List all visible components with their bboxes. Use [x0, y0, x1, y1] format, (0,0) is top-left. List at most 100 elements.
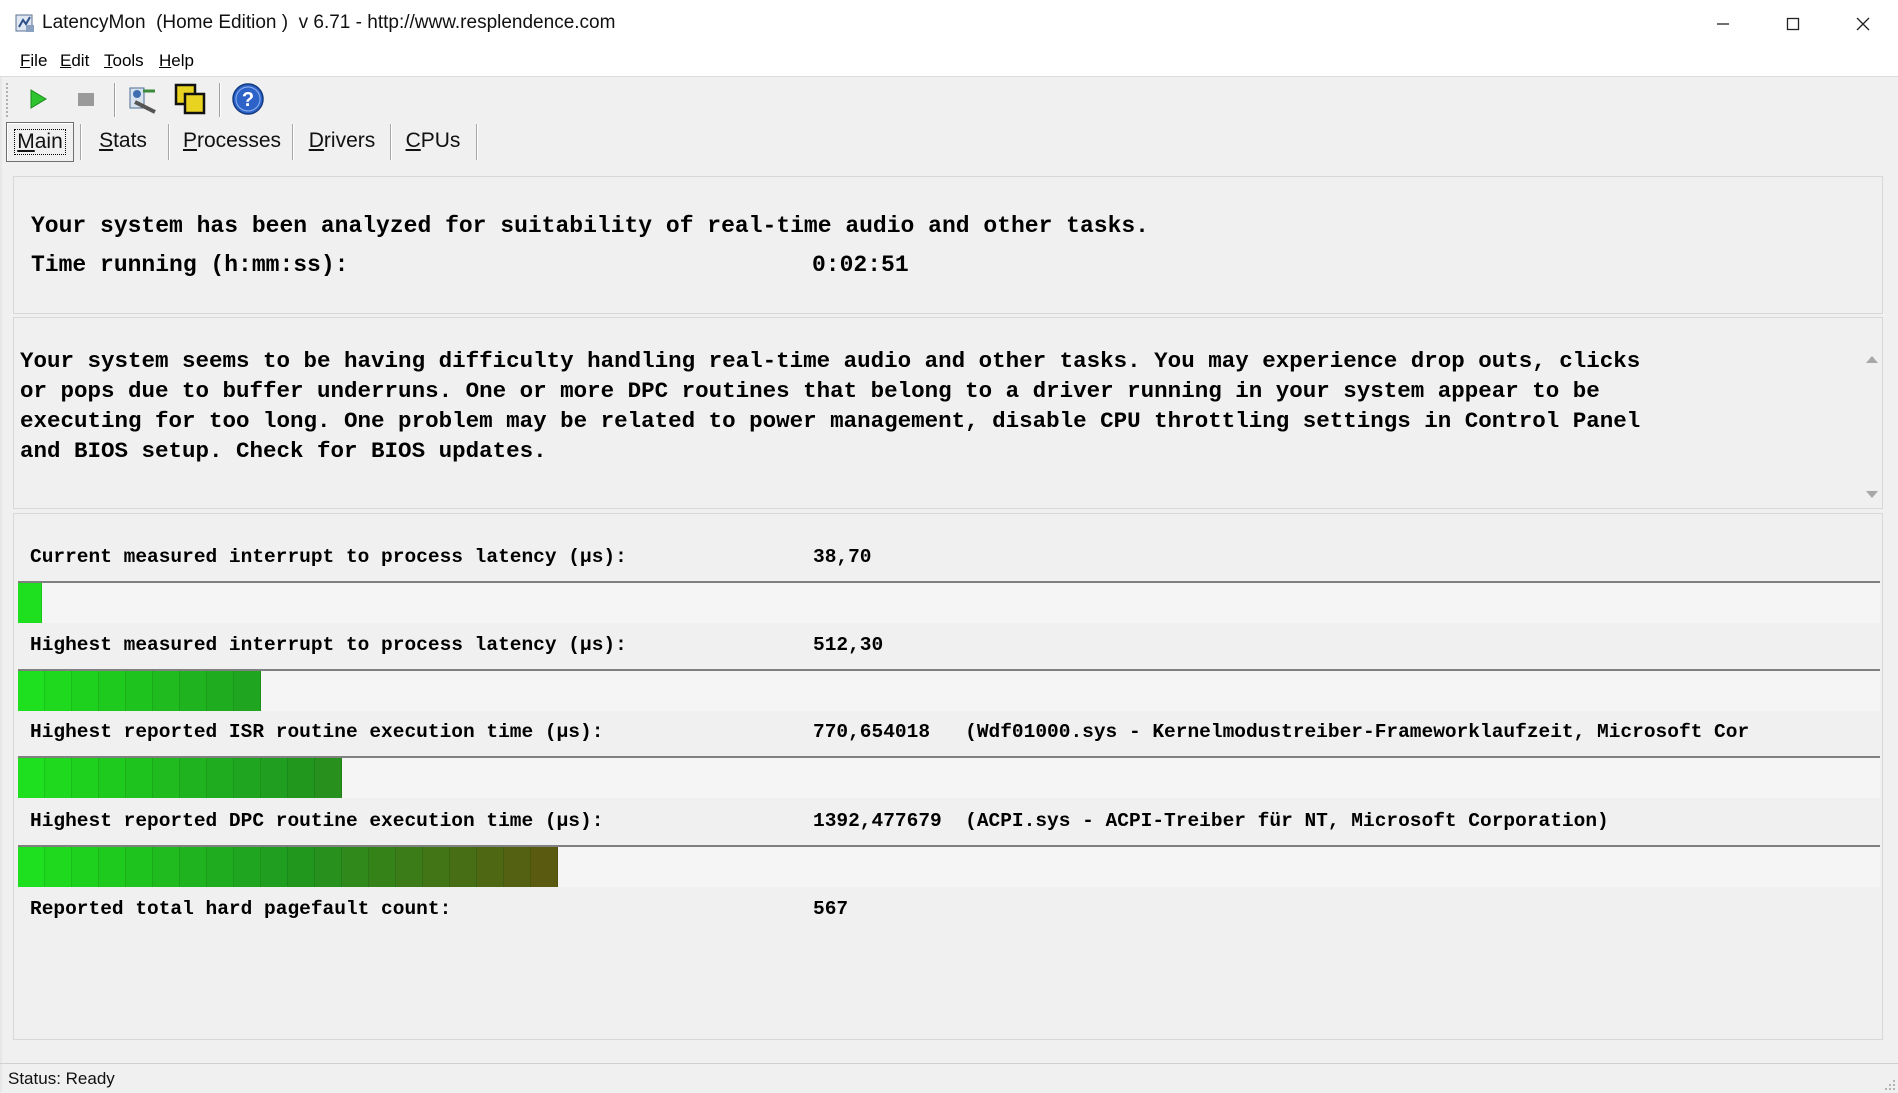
- help-button[interactable]: ?: [230, 81, 266, 117]
- scroll-up-icon[interactable]: [1865, 354, 1879, 364]
- close-button[interactable]: [1828, 0, 1898, 48]
- dpc-time-bar: [18, 845, 1880, 887]
- menu-file[interactable]: File: [20, 51, 47, 71]
- bar-segment: [99, 671, 126, 711]
- bar-segment: [126, 847, 153, 887]
- current-latency-bar-fill: [18, 583, 42, 623]
- stop-icon: [78, 93, 94, 106]
- bar-segment: [45, 847, 72, 887]
- tab-drivers[interactable]: Drivers: [300, 122, 384, 160]
- bar-segment: [180, 671, 207, 711]
- tab-stats-label: tats: [113, 129, 147, 152]
- summary-panel: Your system has been analyzed for suitab…: [13, 176, 1883, 314]
- maximize-button[interactable]: [1758, 0, 1828, 48]
- start-button[interactable]: [20, 81, 56, 117]
- bar-segment: [315, 758, 342, 798]
- bar-segment: [531, 847, 558, 887]
- bar-segment: [153, 758, 180, 798]
- svg-text:?: ?: [242, 89, 254, 111]
- tab-separator: [168, 124, 169, 160]
- resize-grip-icon[interactable]: [1882, 1077, 1896, 1091]
- status-bar: Status: Ready: [0, 1063, 1898, 1093]
- time-running-value: 0:02:51: [812, 252, 909, 278]
- help-icon: ?: [232, 83, 264, 115]
- highest-latency-bar-fill: [18, 671, 261, 711]
- driver-tool-button[interactable]: [124, 81, 160, 117]
- toolbar-grip[interactable]: [6, 83, 11, 117]
- current-latency-bar: [18, 581, 1880, 623]
- bar-segment: [72, 671, 99, 711]
- menu-file-label: ile: [30, 51, 48, 70]
- bar-segment: [126, 671, 153, 711]
- status-text: Status: Ready: [8, 1069, 115, 1088]
- driver-tool-icon: [129, 87, 156, 114]
- stop-button[interactable]: [68, 81, 104, 117]
- bar-segment: [288, 758, 315, 798]
- pagefault-label: Reported total hard pagefault count:: [30, 898, 452, 920]
- tab-cpus[interactable]: C PUs: [398, 122, 468, 160]
- bar-segment: [207, 758, 234, 798]
- menu-help-label: elp: [171, 51, 194, 70]
- title-bar[interactable]: LatencyMon (Home Edition ) v 6.71 - http…: [0, 0, 1898, 48]
- isr-time-label: Highest reported ISR routine execution t…: [30, 721, 604, 743]
- isr-time-bar-fill: [18, 758, 342, 798]
- analysis-text: Your system has been analyzed for suitab…: [31, 213, 1149, 239]
- bar-segment: [450, 847, 477, 887]
- bar-segment: [504, 847, 531, 887]
- app-icon: [15, 14, 34, 32]
- menu-tools-accel: T: [104, 51, 113, 70]
- bar-segment: [342, 847, 369, 887]
- tab-stats[interactable]: Stats: [88, 122, 158, 160]
- toolbar-separator: [219, 83, 220, 117]
- tab-processes-label: rocesses: [196, 129, 282, 152]
- menu-edit-label: dit: [71, 51, 90, 70]
- bar-segment: [234, 758, 261, 798]
- menu-help-accel: H: [159, 51, 172, 70]
- minimize-button[interactable]: [1688, 0, 1758, 48]
- highest-latency-bar: [18, 669, 1880, 711]
- bar-segment: [369, 847, 396, 887]
- tab-processes[interactable]: Processes: [176, 122, 288, 160]
- bar-segment: [396, 847, 423, 887]
- bar-segment: [477, 847, 504, 887]
- bar-segment: [99, 758, 126, 798]
- bar-segment: [207, 847, 234, 887]
- cpu-view-button[interactable]: [172, 81, 208, 117]
- bar-segment: [261, 758, 288, 798]
- current-latency-label: Current measured interrupt to process la…: [30, 546, 627, 568]
- tab-main[interactable]: Main: [6, 122, 74, 162]
- menu-tools[interactable]: Tools: [104, 51, 144, 71]
- tab-separator: [476, 124, 477, 160]
- highest-latency-value: 512,30: [813, 634, 884, 656]
- bar-segment: [180, 847, 207, 887]
- menu-tools-label: ools: [112, 51, 144, 70]
- bar-segment: [207, 671, 234, 711]
- bar-segment: [72, 758, 99, 798]
- tab-separator: [292, 124, 293, 160]
- highest-latency-label: Highest measured interrupt to process la…: [30, 634, 627, 656]
- conclusion-message: Your system seems to be having difficult…: [20, 348, 1641, 464]
- isr-time-bar: [18, 756, 1880, 798]
- tab-separator: [390, 124, 391, 160]
- dpc-time-value: 1392,477679 (ACPI.sys - ACPI-Treiber für…: [813, 810, 1609, 832]
- menu-help[interactable]: Help: [159, 51, 194, 71]
- current-latency-value: 38,70: [813, 546, 872, 568]
- scroll-down-icon[interactable]: [1865, 490, 1879, 500]
- message-panel[interactable]: Your system seems to be having difficult…: [13, 317, 1883, 509]
- bar-segment: [234, 847, 261, 887]
- bar-segment: [423, 847, 450, 887]
- cpu-chips-icon: [174, 83, 206, 115]
- tab-processes-accel: P: [182, 129, 197, 152]
- tab-cpus-label: PUs: [420, 129, 461, 152]
- bar-segment: [153, 671, 180, 711]
- bar-segment: [153, 847, 180, 887]
- bar-segment: [72, 847, 99, 887]
- menu-bar: File Edit Tools Help: [0, 48, 1898, 77]
- menu-file-accel: F: [20, 51, 31, 70]
- tab-separator: [80, 124, 81, 160]
- menu-edit[interactable]: Edit: [60, 51, 89, 71]
- tab-main-label: Main: [14, 129, 66, 155]
- bar-segment: [99, 847, 126, 887]
- bar-segment: [180, 758, 207, 798]
- bar-segment: [18, 583, 42, 623]
